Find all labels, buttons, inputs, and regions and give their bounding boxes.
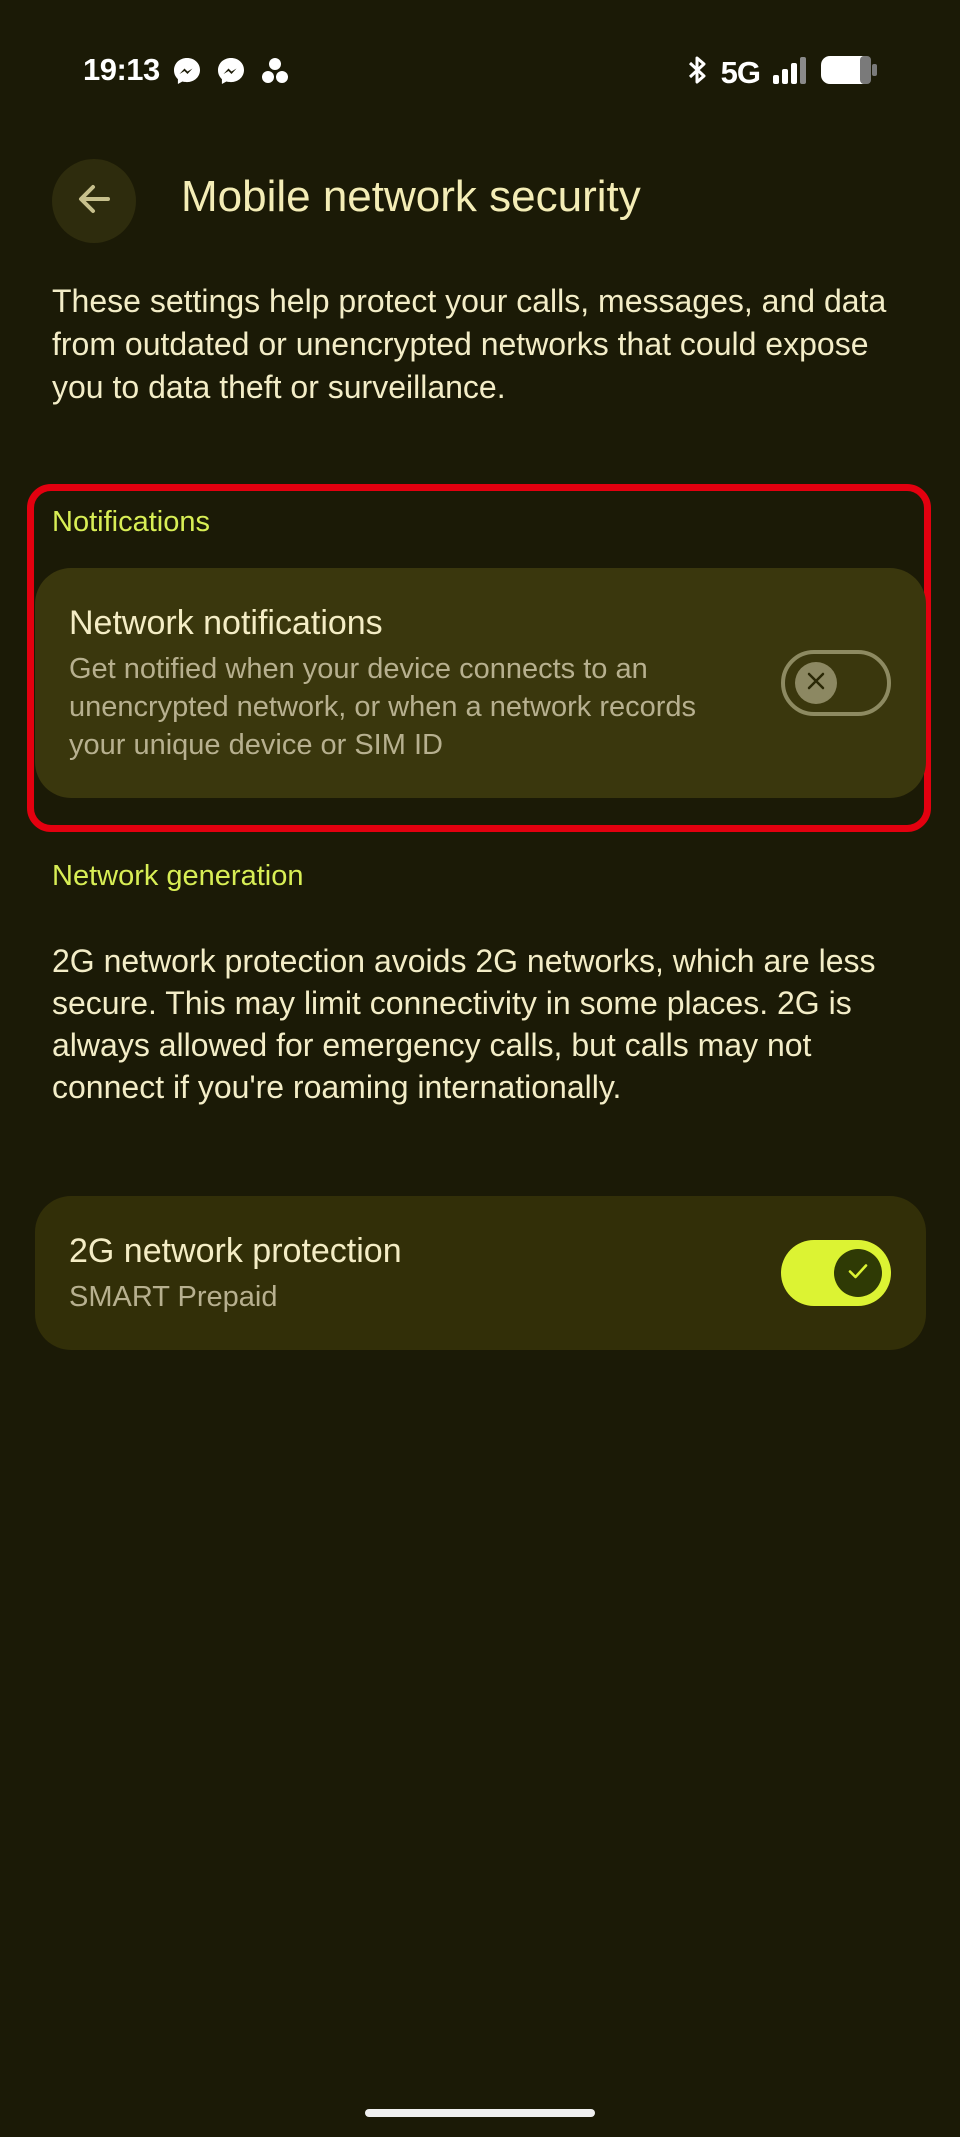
messenger-icon [216, 56, 246, 91]
setting-title: Network notifications [69, 604, 383, 642]
section-header-notifications: Notifications [52, 506, 210, 538]
network-generation-description: 2G network protection avoids 2G networks… [52, 943, 876, 1105]
signal-icon [772, 55, 808, 90]
2g-protection-setting[interactable]: 2G network protection SMART Prepaid [35, 1196, 926, 1350]
setting-description: Get notified when your device connects t… [69, 653, 697, 761]
system-icons: 5G [687, 54, 878, 91]
arrow-left-icon [74, 179, 114, 224]
network-notifications-toggle[interactable] [781, 650, 891, 716]
status-bar: 19:13 5G [0, 0, 960, 140]
app-icon [260, 56, 290, 91]
back-button[interactable] [52, 159, 136, 243]
2g-protection-toggle[interactable] [781, 1240, 891, 1306]
messenger-icon [172, 56, 202, 91]
battery-icon [820, 54, 878, 91]
status-time: 19:13 [83, 52, 160, 87]
home-indicator[interactable] [365, 2109, 595, 2117]
setting-title: 2G network protection [69, 1232, 402, 1270]
network-type: 5G [720, 54, 761, 90]
bluetooth-icon [687, 54, 709, 91]
intro-description: These settings help protect your calls, … [52, 283, 887, 405]
close-icon [805, 670, 827, 697]
check-icon [845, 1258, 871, 1289]
notification-icons [172, 56, 290, 91]
page-title: Mobile network security [181, 172, 641, 221]
setting-subtitle: SMART Prepaid [69, 1281, 278, 1313]
toggle-knob [795, 662, 837, 704]
toggle-knob [834, 1249, 882, 1297]
network-notifications-setting[interactable]: Network notifications Get notified when … [35, 568, 926, 798]
section-header-network-generation: Network generation [52, 860, 304, 892]
